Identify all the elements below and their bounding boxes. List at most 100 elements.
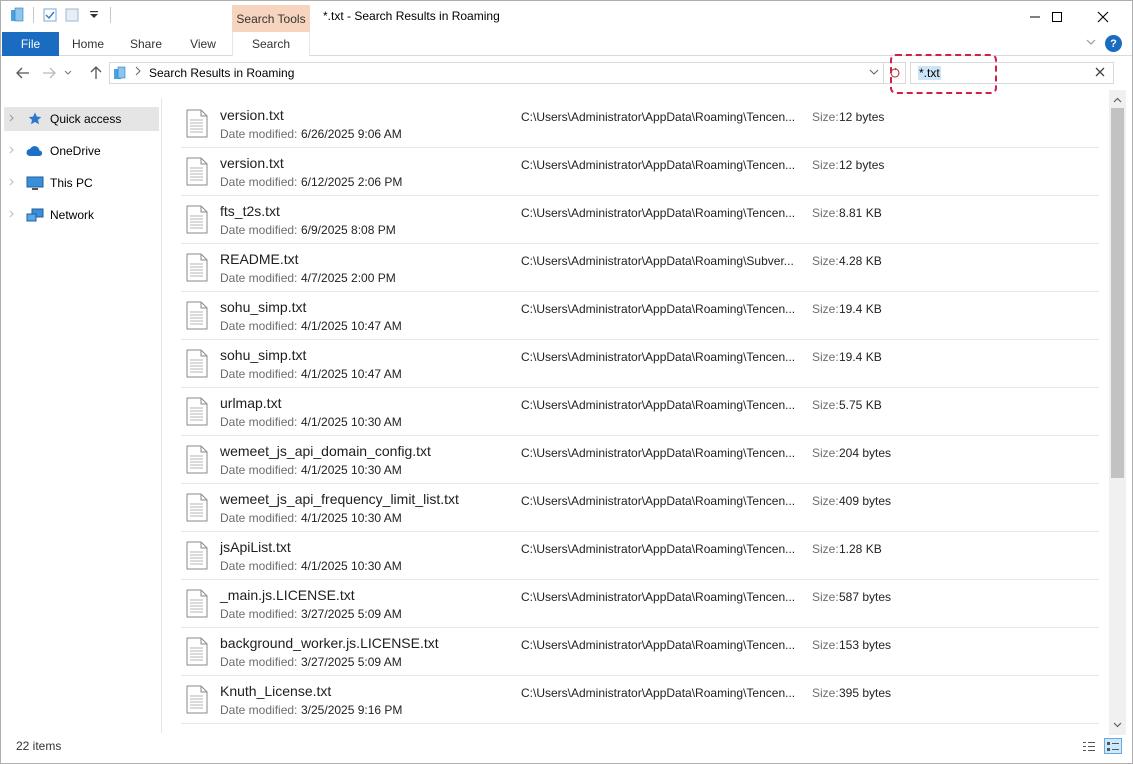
sidebar-item-quick-access[interactable]: Quick access xyxy=(4,107,159,131)
list-item[interactable]: README.txt Date modified: 4/7/2025 2:00 PM… xyxy=(181,244,1099,292)
forward-button[interactable] xyxy=(39,64,59,82)
expand-chevron-icon[interactable] xyxy=(4,146,20,157)
list-item[interactable]: Knuth_License.txt Date modified: 3/25/2025… xyxy=(181,676,1099,724)
date-modified-value: 4/1/2025 10:30 AM xyxy=(301,415,402,429)
list-item[interactable]: _main.js.LICENSE.txt Date modified: 3/27/2… xyxy=(181,580,1099,628)
list-item[interactable]: wemeet_js_api_frequency_limit_list.txt Da… xyxy=(181,484,1099,532)
details-view-button[interactable] xyxy=(1080,738,1098,754)
file-name[interactable]: version.txt xyxy=(220,107,284,123)
list-item[interactable]: jsApiList.txt Date modified: 4/1/2025 10:3… xyxy=(181,532,1099,580)
file-name[interactable]: README.txt xyxy=(220,251,299,267)
tab-view[interactable]: View xyxy=(179,32,227,56)
search-highlight-annotation xyxy=(890,54,997,94)
recent-locations-button[interactable] xyxy=(61,64,75,82)
text-file-icon xyxy=(186,253,208,282)
size-label: Size: xyxy=(812,110,839,124)
breadcrumb-separator-icon[interactable] xyxy=(134,66,142,79)
date-modified-value: 6/9/2025 8:08 PM xyxy=(301,223,396,237)
close-icon xyxy=(1095,67,1105,77)
file-name[interactable]: Knuth_License.txt xyxy=(220,683,331,699)
file-name[interactable]: sohu_simp.txt xyxy=(220,299,306,315)
expand-chevron-icon[interactable] xyxy=(4,114,20,125)
help-icon[interactable]: ? xyxy=(1105,35,1122,52)
sidebar-item-onedrive[interactable]: OneDrive xyxy=(4,139,159,163)
list-item[interactable]: urlmap.txt Date modified: 4/1/2025 10:30 A… xyxy=(181,388,1099,436)
file-name[interactable]: fts_t2s.txt xyxy=(220,203,280,219)
list-item[interactable]: version.txt Date modified: 6/26/2025 9:06 … xyxy=(181,100,1099,148)
date-modified-label: Date modified: xyxy=(220,127,298,141)
date-modified-label: Date modified: xyxy=(220,367,298,381)
list-item[interactable]: fts_t2s.txt Date modified: 6/9/2025 8:08 P… xyxy=(181,196,1099,244)
search-results-list: version.txt Date modified: 6/26/2025 9:06 … xyxy=(181,98,1101,733)
properties-icon[interactable] xyxy=(42,7,58,23)
date-modified-label: Date modified: xyxy=(220,175,298,189)
computer-icon xyxy=(26,175,44,191)
size-label: Size: xyxy=(812,350,839,364)
file-name[interactable]: wemeet_js_api_frequency_limit_list.txt xyxy=(220,491,459,507)
tab-home[interactable]: Home xyxy=(63,32,113,56)
ribbon-tabs: File Home Share View Search ? xyxy=(1,32,1132,56)
file-name[interactable]: version.txt xyxy=(220,155,284,171)
customize-toolbar-icon[interactable] xyxy=(86,7,102,23)
size-label: Size: xyxy=(812,686,839,700)
new-folder-icon[interactable] xyxy=(64,7,80,23)
sidebar-item-label: This PC xyxy=(50,176,93,190)
vertical-scrollbar[interactable] xyxy=(1109,90,1126,735)
cloud-icon xyxy=(26,143,44,159)
chevron-down-icon xyxy=(869,69,879,75)
star-icon xyxy=(26,111,44,127)
text-file-icon xyxy=(186,301,208,330)
file-name[interactable]: urlmap.txt xyxy=(220,395,281,411)
size-label: Size: xyxy=(812,254,839,268)
sidebar-item-network[interactable]: Network xyxy=(4,203,159,227)
expand-ribbon-icon[interactable] xyxy=(1085,37,1097,50)
date-modified-value: 3/25/2025 9:16 PM xyxy=(301,703,403,717)
sidebar-item-label: Network xyxy=(50,208,95,222)
list-item[interactable]: version.txt Date modified: 6/12/2025 2:06 … xyxy=(181,148,1099,196)
list-item[interactable]: sohu_simp.txt Date modified: 4/1/2025 10:4… xyxy=(181,292,1099,340)
tab-search[interactable]: Search xyxy=(232,32,310,56)
back-button[interactable] xyxy=(13,64,33,82)
text-file-icon xyxy=(186,445,208,474)
network-icon xyxy=(26,207,44,223)
scroll-down-button[interactable] xyxy=(1109,717,1126,733)
toolbar-divider xyxy=(33,7,34,23)
list-item[interactable]: sohu_simp.txt Date modified: 4/1/2025 10:4… xyxy=(181,340,1099,388)
date-modified-label: Date modified: xyxy=(220,463,298,477)
size-value: 4.28 KB xyxy=(839,254,882,268)
breadcrumb[interactable]: Search Results in Roaming xyxy=(149,66,294,80)
scroll-up-button[interactable] xyxy=(1109,92,1126,108)
file-name[interactable]: wemeet_js_api_domain_config.txt xyxy=(220,443,431,459)
tab-file[interactable]: File xyxy=(2,32,59,56)
expand-chevron-icon[interactable] xyxy=(4,210,20,221)
close-button[interactable] xyxy=(1080,1,1126,32)
list-item[interactable]: background_worker.js.LICENSE.txt Date mod… xyxy=(181,628,1099,676)
list-item[interactable]: wemeet_js_api_domain_config.txt Date modi… xyxy=(181,436,1099,484)
maximize-button[interactable] xyxy=(1034,1,1080,32)
file-path: C:\Users\Administrator\AppData\Roaming\T… xyxy=(521,590,796,604)
file-name[interactable]: jsApiList.txt xyxy=(220,539,291,555)
file-name[interactable]: background_worker.js.LICENSE.txt xyxy=(220,635,439,651)
size-value: 204 bytes xyxy=(839,446,892,460)
address-history-dropdown[interactable] xyxy=(869,65,879,82)
text-file-icon xyxy=(186,589,208,618)
up-button[interactable] xyxy=(86,64,106,82)
file-path: C:\Users\Administrator\AppData\Roaming\T… xyxy=(521,158,796,172)
size-value: 12 bytes xyxy=(839,110,885,124)
content-view-button[interactable] xyxy=(1104,738,1122,754)
sidebar-item-label: OneDrive xyxy=(50,144,101,158)
file-name[interactable]: _main.js.LICENSE.txt xyxy=(220,587,355,603)
address-bar[interactable]: Search Results in Roaming xyxy=(109,62,884,84)
quick-access-toolbar xyxy=(9,7,113,23)
size-label: Size: xyxy=(812,302,839,316)
clear-search-button[interactable] xyxy=(1095,65,1105,80)
tab-share[interactable]: Share xyxy=(121,32,171,56)
scrollbar-thumb[interactable] xyxy=(1111,108,1124,478)
date-modified-label: Date modified: xyxy=(220,271,298,285)
expand-chevron-icon[interactable] xyxy=(4,178,20,189)
date-modified-value: 4/1/2025 10:47 AM xyxy=(301,367,402,381)
size-value: 409 bytes xyxy=(839,494,892,508)
file-name[interactable]: sohu_simp.txt xyxy=(220,347,306,363)
sidebar-item-this-pc[interactable]: This PC xyxy=(4,171,159,195)
chevron-down-icon xyxy=(64,70,72,75)
